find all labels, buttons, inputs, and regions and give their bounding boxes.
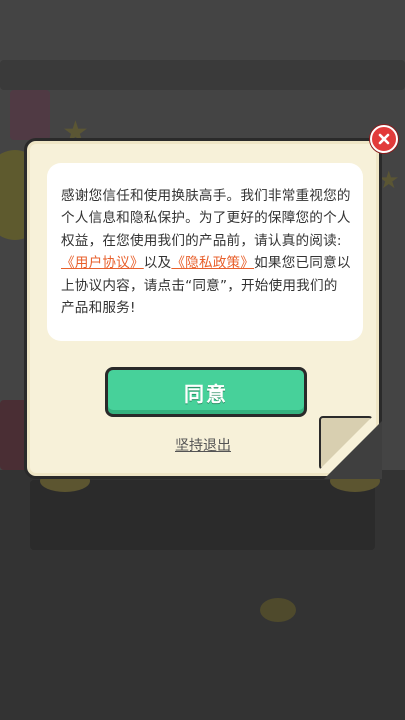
background-coin <box>260 598 296 622</box>
background-counter <box>30 480 375 550</box>
privacy-dialog: 感谢您信任和使用换肤高手。我们非常重视您的个人信息和隐私保护。为了更好的保障您的… <box>24 138 382 479</box>
background-object <box>10 90 50 140</box>
message-part1: 感谢您信任和使用换肤高手。我们非常重视您的个人信息和隐私保护。为了更好的保障您的… <box>61 188 351 249</box>
user-agreement-link[interactable]: 《用户协议》 <box>61 255 144 271</box>
close-button[interactable] <box>370 125 398 153</box>
and-text: 以及 <box>143 255 172 272</box>
privacy-message: 感谢您信任和使用换肤高手。我们非常重视您的个人信息和隐私保护。为了更好的保障您的… <box>61 185 351 319</box>
agree-button[interactable]: 同意 <box>105 367 307 417</box>
background-shelf <box>0 60 405 90</box>
message-box: 感谢您信任和使用换肤高手。我们非常重视您的个人信息和隐私保护。为了更好的保障您的… <box>47 163 363 341</box>
close-icon <box>378 133 390 145</box>
privacy-policy-link[interactable]: 《隐私政策》 <box>171 255 254 271</box>
